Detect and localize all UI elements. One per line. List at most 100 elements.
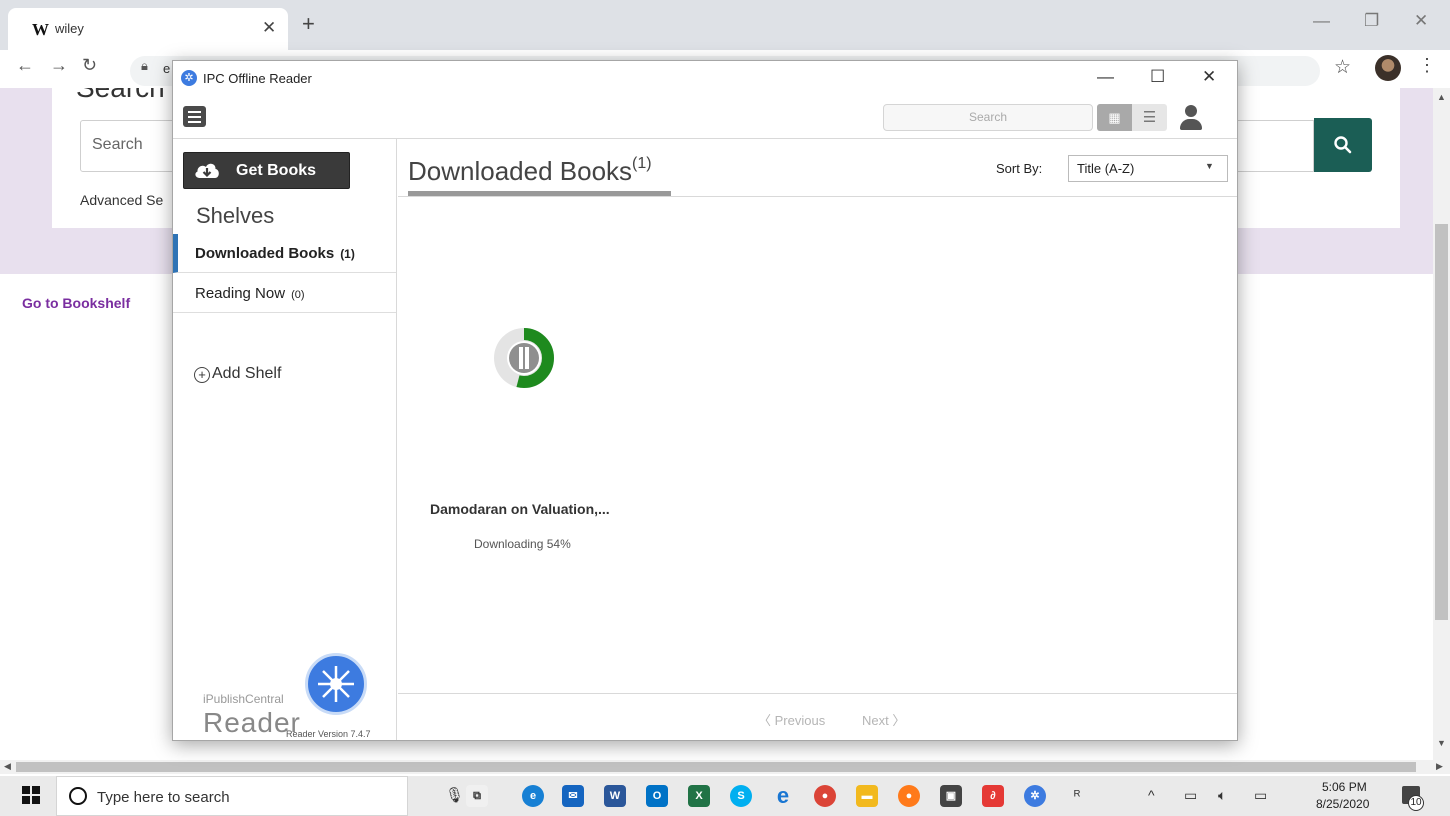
horizontal-scrollbar[interactable]: ◀ ▶ [0,760,1450,774]
vertical-scrollbar[interactable]: ▲ ▼ [1433,88,1450,760]
airtel-app-icon[interactable]: ∂ [982,785,1004,807]
pagination: 〈 Previous Next 〉 [398,693,1237,740]
browser-close-icon[interactable]: ✕ [1414,11,1428,31]
reader-title-bar: ✲ IPC Offline Reader — ☐ ✕ [173,61,1237,95]
chevron-left-icon: 〈 [758,713,775,728]
outlook-icon[interactable]: O [646,785,668,807]
scroll-right-icon[interactable]: ▶ [1436,761,1443,772]
book-title[interactable]: Damodaran on Valuation,... [430,501,610,517]
book-download-status: Downloading 54% [474,537,571,551]
browser-minimize-icon[interactable]: — [1313,11,1330,31]
forward-icon[interactable]: → [50,55,68,76]
shelf-label: Downloaded Books (1) [195,245,355,262]
search-icon [1334,136,1352,154]
add-shelf-button[interactable]: + Add Shelf [194,365,281,383]
user-account-icon[interactable] [1176,103,1206,133]
scroll-left-icon[interactable]: ◀ [4,761,11,772]
reader-version: Reader Version 7.4.7 [286,729,371,739]
reader-app-icon: ✲ [181,70,197,86]
sort-dropdown[interactable]: Title (A-Z) ▼ [1068,155,1228,182]
hamburger-menu-icon[interactable] [183,106,206,127]
content-count: (1) [632,155,652,172]
vertical-scroll-thumb[interactable] [1435,224,1448,620]
sort-label: Sort By: [996,161,1043,176]
taskbar-search-box[interactable]: Type here to search 🎙︎ [56,776,464,816]
download-progress-icon[interactable] [491,325,557,391]
excel-icon[interactable]: X [688,785,710,807]
reader-minimize-icon[interactable]: — [1097,67,1114,87]
list-view-icon[interactable]: ☰ [1132,104,1167,131]
volume-icon[interactable]: 🔈︎ [1218,787,1226,804]
reader-maximize-icon[interactable]: ☐ [1150,67,1165,87]
clock-time[interactable]: 5:06 PM [1322,780,1367,794]
add-shelf-label: Add Shelf [212,365,282,382]
microphone-icon[interactable]: 🎙︎ [445,786,464,804]
clock-date[interactable]: 8/25/2020 [1316,797,1369,811]
title-underline [408,191,671,196]
cloud-download-icon [195,163,219,178]
chevron-right-icon: 〉 [888,713,906,728]
reader-content: Downloaded Books(1) Sort By: Title (A-Z)… [398,139,1237,740]
content-header: Downloaded Books(1) Sort By: Title (A-Z)… [398,139,1237,197]
advanced-search-link[interactable]: Advanced Se [80,192,163,208]
windows-start-icon[interactable] [22,786,40,804]
network-icon[interactable]: ▭ [1254,787,1267,804]
tray-expand-icon[interactable]: ^ [1148,787,1155,803]
grid-view-icon[interactable]: ▦ [1097,104,1132,131]
search-heading: Search [76,88,165,104]
lock-icon: 🔒︎ [141,58,148,73]
previous-button[interactable]: 〈 Previous [758,710,825,729]
ipc-reader-taskbar-icon[interactable]: ✲ [1024,785,1046,807]
dropdown-arrow-icon: ▼ [1205,161,1214,171]
task-view-icon[interactable]: ⧉ [466,785,488,807]
content-title: Downloaded Books(1) [408,155,652,186]
ipc-logo-icon [305,653,367,715]
notification-badge: 10 [1408,795,1424,811]
tab-close-icon[interactable]: ✕ [262,18,276,38]
chrome-icon[interactable]: ● [814,785,836,807]
address-text: e [163,61,171,76]
shelf-count: (0) [291,289,305,301]
skype-icon[interactable]: S [730,785,752,807]
reader-window: ✲ IPC Offline Reader — ☐ ✕ Search ▦ ☰ Ge… [172,60,1238,741]
tab-title: wiley [55,21,84,36]
site-search-button[interactable] [1314,118,1372,172]
word-icon[interactable]: W [604,785,626,807]
wiley-favicon-icon: W [32,20,49,39]
shelves-heading: Shelves [196,203,275,228]
reader-topbar: Search ▦ ☰ [173,95,1237,139]
shelf-count: (1) [340,247,355,261]
browser-menu-icon[interactable]: ⋮ [1418,55,1436,76]
browser-restore-icon[interactable]: ❐ [1364,11,1379,31]
shelf-item-downloaded-books[interactable]: Downloaded Books (1) [173,234,396,273]
firefox-icon[interactable]: ● [898,785,920,807]
reader-window-title: IPC Offline Reader [203,71,312,86]
edge-icon[interactable]: e [522,785,544,807]
next-button[interactable]: Next 〉 [862,710,905,729]
shelf-item-reading-now[interactable]: Reading Now (0) [173,274,396,313]
browser-tab[interactable]: W wiley ✕ [8,8,288,50]
file-explorer-icon[interactable]: ▬ [856,785,878,807]
cortana-icon [69,787,87,805]
scroll-down-icon[interactable]: ▼ [1437,738,1446,748]
scroll-up-icon[interactable]: ▲ [1437,92,1446,102]
internet-explorer-icon[interactable]: e [772,785,794,807]
people-icon[interactable]: ᴿ [1074,787,1080,803]
reader-close-icon[interactable]: ✕ [1202,67,1216,87]
reload-icon[interactable]: ↻ [82,55,97,76]
bookmark-star-icon[interactable]: ☆ [1334,56,1351,79]
store-icon[interactable]: ▣ [940,785,962,807]
get-books-button[interactable]: Get Books [183,152,350,189]
profile-avatar[interactable] [1375,55,1401,81]
horizontal-scroll-thumb[interactable] [16,762,1416,772]
new-tab-icon[interactable]: + [302,11,315,37]
reader-search-input[interactable]: Search [883,104,1093,131]
reader-sidebar: Get Books Shelves Downloaded Books (1) Re… [173,139,397,740]
get-books-label: Get Books [236,162,317,179]
taskbar-search-placeholder: Type here to search [97,789,230,806]
shelf-label: Reading Now (0) [195,285,305,302]
battery-icon[interactable]: ▭ [1184,787,1197,804]
go-to-bookshelf-link[interactable]: Go to Bookshelf [22,295,130,311]
back-icon[interactable]: ← [16,55,34,76]
mail-icon[interactable]: ✉ [562,785,584,807]
